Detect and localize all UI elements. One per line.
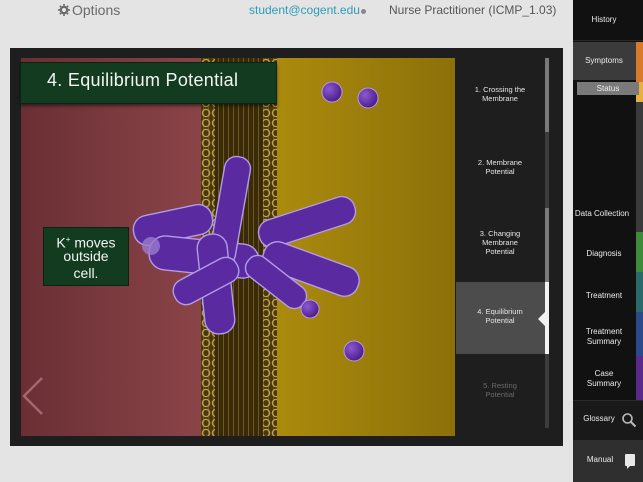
gear-icon [58,4,70,16]
sidebar-item-case-summary[interactable]: Case Summary [573,369,635,389]
sidebar-item-diagnosis[interactable]: Diagnosis [573,249,635,259]
callout-line-2: outside [63,248,109,264]
stripe-teal [636,272,643,312]
sidebar-item-manual[interactable]: Manual [573,455,627,465]
step-list: 1. Crossing the Membrane 2. Membrane Poten… [456,58,548,436]
callout-line-3: cell. [73,265,99,281]
slide-title-label: 4. Equilibrium Potential [20,62,277,104]
sidebar-divider [573,400,643,401]
stripe-blue [636,312,643,356]
sidebar-item-data-collection[interactable]: Data Collection [573,209,631,219]
sidebar-item-status[interactable]: Status [577,82,639,95]
options-button[interactable]: Options [58,2,120,18]
ion-movement-callout: K+ moves outside cell. [43,227,129,286]
slide-title: 4. Equilibrium Potential [47,70,239,90]
step-item-4[interactable]: 4. Equilibrium Potential [456,307,544,325]
sidebar-divider [573,40,643,41]
stripe-gray [636,102,643,232]
stripe-green [636,232,643,272]
step-item-5[interactable]: 5. Resting Potential [456,381,544,399]
step-item-2[interactable]: 2. Membrane Potential [456,158,544,176]
sidebar-item-history[interactable]: History [573,15,635,25]
sidebar-item-treatment[interactable]: Treatment [573,291,635,301]
options-label: Options [72,2,121,18]
course-title: Nurse Practitioner (ICMP_1.03) [389,3,557,17]
stripe-purple [636,356,643,400]
step-item-1[interactable]: 1. Crossing the Membrane [456,85,544,103]
previous-arrow-icon[interactable] [18,374,48,418]
manual-book-icon[interactable] [624,453,636,469]
search-icon[interactable] [621,412,637,428]
stripe-orange [636,42,643,82]
status-dot-icon [361,9,366,14]
sidebar-item-treatment-summary[interactable]: Treatment Summary [573,327,635,347]
sidebar-item-symptoms[interactable]: Symptoms [573,56,635,66]
sidebar-item-glossary[interactable]: Glossary [573,414,625,424]
top-bar: Options student@cogent.edu Nurse Practit… [0,0,573,22]
step-item-3[interactable]: 3. Changing Membrane Potential [456,229,544,256]
user-email-link[interactable]: student@cogent.edu [249,3,360,17]
